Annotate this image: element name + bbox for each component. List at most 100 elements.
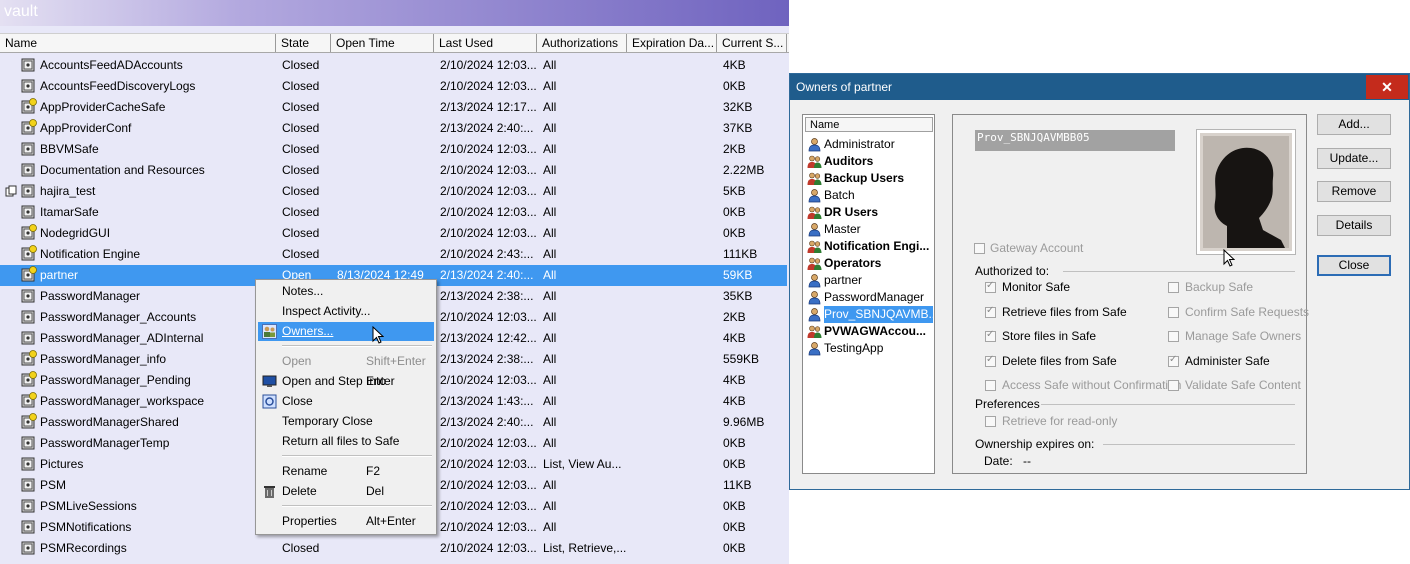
safe-name: AppProviderCacheSafe [40, 100, 166, 114]
close-button[interactable]: Close [1317, 255, 1391, 276]
menu-item-open-and-step-into[interactable]: Open and Step Into Enter [258, 372, 434, 391]
access-without-confirmation-checkbox[interactable] [985, 380, 996, 391]
safe-icon [21, 310, 35, 324]
menu-item-open[interactable]: Open Shift+Enter [258, 352, 434, 371]
owner-list-item[interactable]: PasswordManager [805, 289, 933, 306]
owner-list-item[interactable]: Operators [805, 255, 933, 272]
owner-list-item[interactable]: Auditors [805, 153, 933, 170]
safe-current-size: 111KB [723, 247, 758, 261]
safe-icon [21, 436, 35, 450]
retrieve-read-only-checkbox[interactable] [985, 416, 996, 427]
safe-state: Closed [282, 100, 320, 114]
safe-authorizations: All [543, 373, 557, 387]
retrieve-files-label: Retrieve files from Safe [1002, 305, 1127, 319]
update-button[interactable]: Update... [1317, 148, 1391, 169]
owner-name: Operators [824, 256, 882, 270]
owner-list-item[interactable]: PVWAGWAccou... [805, 323, 933, 340]
table-row[interactable]: ItamarSafe Closed 2/10/2024 12:03... All 0KB [0, 202, 787, 223]
owner-list-item[interactable]: partner [805, 272, 933, 289]
table-row[interactable]: hajira_test Closed 2/10/2024 12:03... All 5K… [0, 181, 787, 202]
table-row[interactable]: Notification Engine Closed 2/10/2024 2:43:… [0, 244, 787, 265]
owner-list-item[interactable]: Batch [805, 187, 933, 204]
table-row[interactable]: NodegridGUI Closed 2/10/2024 12:03... All 0K… [0, 223, 787, 244]
safe-last-used: 2/10/2024 12:03... [440, 541, 537, 555]
safe-last-used: 2/13/2024 2:38:... [440, 289, 534, 303]
monitor-safe-checkbox[interactable] [985, 280, 996, 293]
owners-list[interactable]: Name Administrator Auditors Backup Users Ba… [802, 114, 935, 474]
table-row[interactable]: Documentation and Resources Closed 2/10/20… [0, 160, 787, 181]
owner-list-item[interactable]: TestingApp [805, 340, 933, 357]
safe-authorizations: All [543, 331, 557, 345]
user-icon [808, 308, 821, 322]
add-button[interactable]: Add... [1317, 114, 1391, 135]
table-row[interactable]: PSMRecordings Closed 2/10/2024 12:03... Lis… [0, 538, 787, 559]
gateway-account-checkbox[interactable] [974, 243, 985, 254]
owner-name: Master [824, 222, 861, 236]
key-badge-icon [29, 224, 37, 232]
validate-safe-content-checkbox[interactable] [1168, 380, 1179, 391]
column-name[interactable]: Name [0, 34, 276, 52]
preferences-label: Preferences [975, 397, 1040, 411]
context-menu: Notes... Inspect Activity... Owners... O… [255, 279, 437, 535]
menu-item-close[interactable]: Close [258, 392, 434, 411]
menu-item-properties[interactable]: Properties Alt+Enter [258, 512, 434, 531]
confirm-safe-requests-checkbox[interactable] [1168, 307, 1179, 318]
owners-list-header[interactable]: Name [805, 117, 933, 132]
owner-list-item[interactable]: DR Users [805, 204, 933, 221]
safe-authorizations: All [543, 415, 557, 429]
date-label: Date: [984, 454, 1013, 468]
table-row[interactable]: AppProviderCacheSafe Closed 2/13/2024 12:1… [0, 97, 787, 118]
safe-authorizations: All [543, 184, 557, 198]
owner-list-item[interactable]: Prov_SBNJQAVMB... [805, 306, 933, 323]
column-expiration-date[interactable]: Expiration Da... [627, 34, 717, 52]
safe-authorizations: All [543, 436, 557, 450]
store-files-checkbox[interactable] [985, 329, 996, 342]
safe-name: PSMLiveSessions [40, 499, 137, 513]
owner-list-item[interactable]: Backup Users [805, 170, 933, 187]
menu-item-owners[interactable]: Owners... [258, 322, 434, 341]
details-button[interactable]: Details [1317, 215, 1391, 236]
menu-item-temporary-close[interactable]: Temporary Close [258, 412, 434, 431]
menu-item-delete[interactable]: Delete Del [258, 482, 434, 501]
safe-state: Closed [282, 58, 320, 72]
menu-separator [282, 345, 432, 347]
menu-item-notes[interactable]: Notes... [258, 282, 434, 301]
menu-item-inspect-activity[interactable]: Inspect Activity... [258, 302, 434, 321]
table-row[interactable]: BBVMSafe Closed 2/10/2024 12:03... All 2KB [0, 139, 787, 160]
owner-list-item[interactable]: Administrator [805, 136, 933, 153]
delete-files-checkbox[interactable] [985, 354, 996, 367]
table-row[interactable]: AccountsFeedADAccounts Closed 2/10/2024 12… [0, 55, 787, 76]
remove-button[interactable]: Remove [1317, 181, 1391, 202]
column-last-used[interactable]: Last Used [434, 34, 537, 52]
dialog-close-button[interactable]: ✕ [1366, 75, 1408, 99]
group-divider [1063, 271, 1295, 272]
administer-safe-checkbox[interactable] [1168, 354, 1179, 367]
table-row[interactable]: AppProviderConf Closed 2/13/2024 2:40:... A… [0, 118, 787, 139]
owner-photo [1196, 129, 1296, 255]
safe-name: NodegridGUI [40, 226, 111, 240]
safe-authorizations: List, Retrieve,... [543, 541, 627, 555]
column-open-time[interactable]: Open Time [331, 34, 434, 52]
table-row[interactable]: AccountsFeedDiscoveryLogs Closed 2/10/2024… [0, 76, 787, 97]
owner-list-item[interactable]: Notification Engi... [805, 238, 933, 255]
column-authorizations[interactable]: Authorizations [537, 34, 627, 52]
safe-state: Closed [282, 247, 320, 261]
safe-authorizations: All [543, 352, 557, 366]
group-divider [1103, 444, 1295, 445]
safe-current-size: 37KB [723, 121, 753, 135]
column-state[interactable]: State [276, 34, 331, 52]
menu-item-return-all-files[interactable]: Return all files to Safe [258, 432, 434, 451]
backup-safe-checkbox[interactable] [1168, 282, 1179, 293]
owner-list-item[interactable]: Master [805, 221, 933, 238]
retrieve-files-checkbox[interactable] [985, 305, 996, 318]
safe-authorizations: All [543, 100, 557, 114]
safe-icon [21, 163, 35, 177]
safe-icon [21, 520, 35, 534]
column-current-size[interactable]: Current S... [717, 34, 787, 52]
safe-name: PasswordManager [40, 289, 141, 303]
menu-item-rename[interactable]: Rename F2 [258, 462, 434, 481]
safe-current-size: 2KB [723, 142, 746, 156]
dialog-title: Owners of partner [796, 80, 893, 94]
copy-icon [5, 185, 17, 197]
manage-safe-owners-checkbox[interactable] [1168, 331, 1179, 342]
